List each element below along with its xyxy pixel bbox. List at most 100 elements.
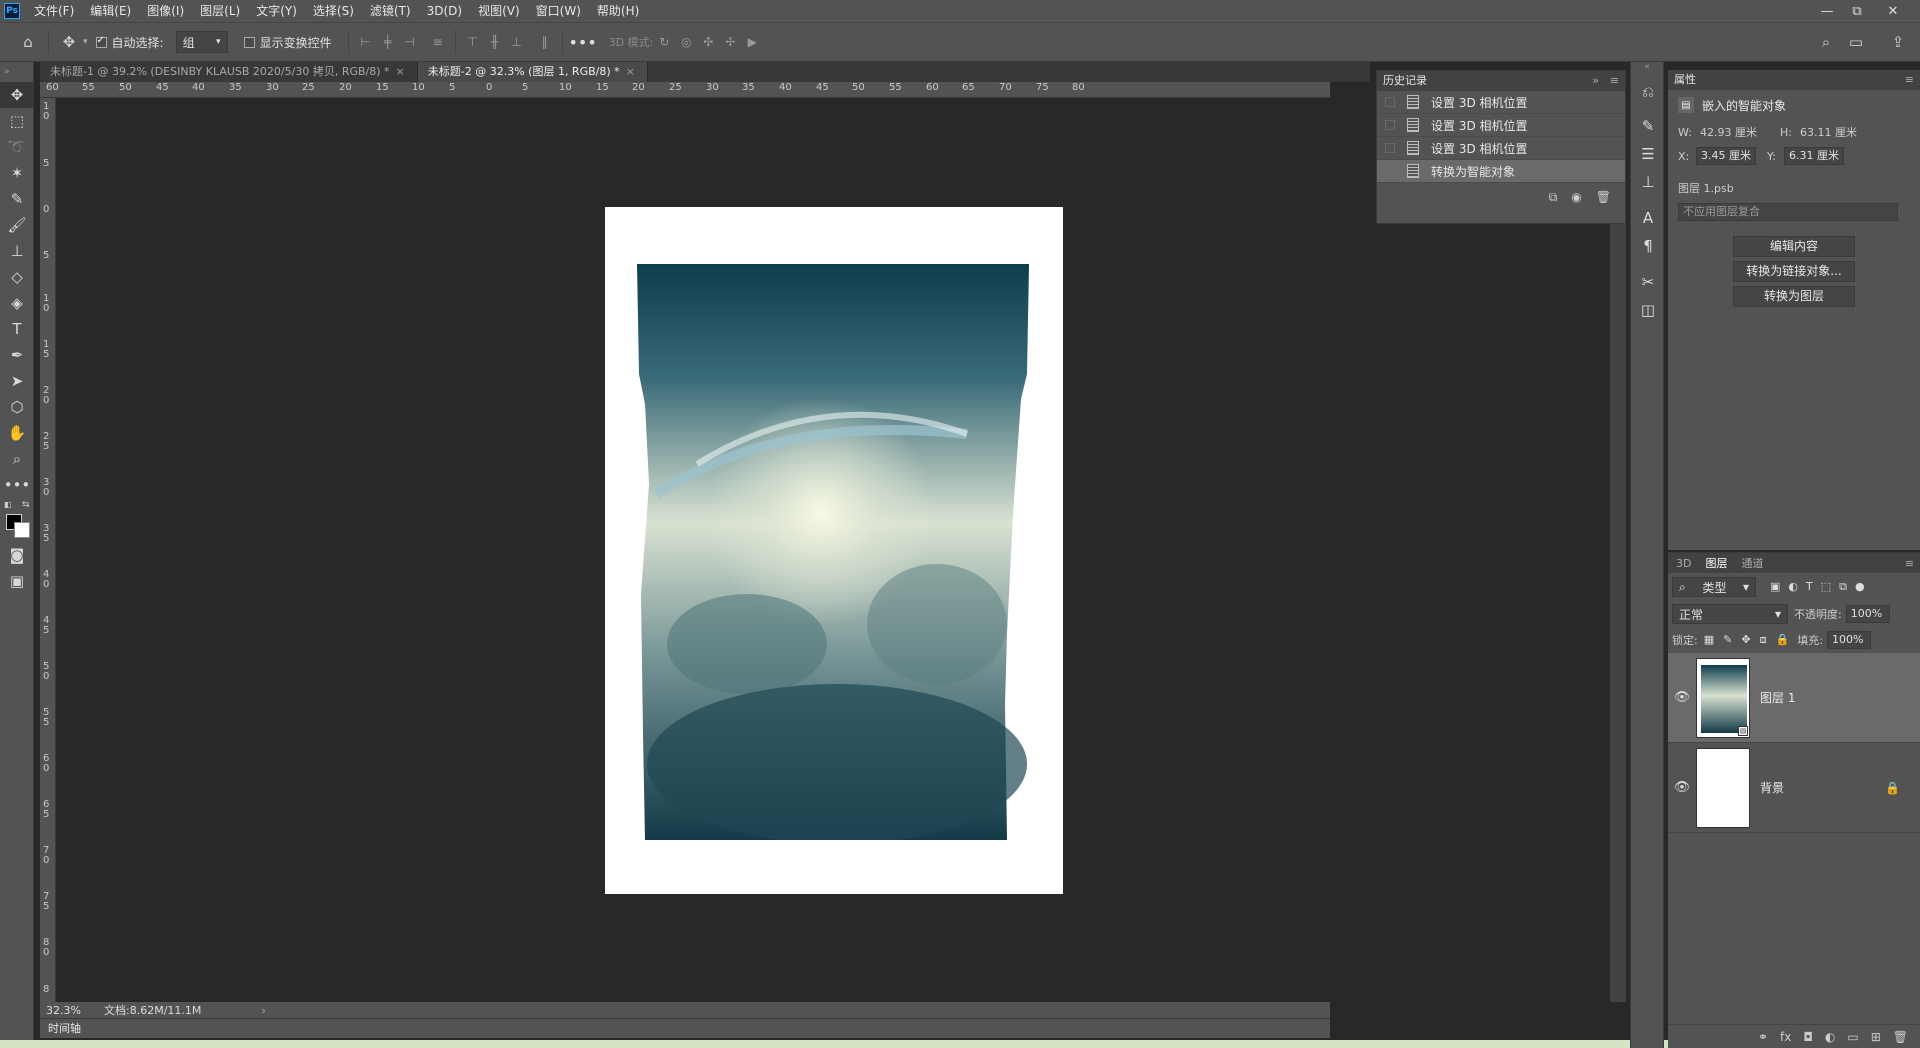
chevron-down-icon[interactable]: ▾: [83, 37, 88, 47]
close-icon[interactable]: ×: [396, 65, 405, 78]
filter-pixel-icon[interactable]: ▣: [1770, 580, 1780, 594]
trash-icon[interactable]: 🗑: [1596, 190, 1611, 204]
align-left-icon[interactable]: ⊢: [355, 31, 377, 53]
close-window-button[interactable]: ✕: [1878, 0, 1908, 22]
layer-filter-dropdown[interactable]: ⌕ 类型 ▾: [1672, 577, 1756, 597]
shape-tool-icon[interactable]: ⬡: [0, 394, 34, 420]
swap-colors-icon[interactable]: ⇆: [22, 500, 30, 510]
chevron-right-icon[interactable]: ›: [261, 1004, 265, 1017]
tab-document-1[interactable]: 未标题-1 @ 39.2% (DESINBY KLAUSB 2020/5/30 …: [40, 62, 418, 82]
timeline-panel[interactable]: 时间轴: [40, 1018, 1330, 1038]
brush-settings-icon[interactable]: ✎: [1631, 112, 1665, 140]
scale-3d-icon[interactable]: ▶: [741, 31, 763, 53]
vertical-scrollbar[interactable]: [1610, 98, 1626, 1002]
history-panel-icon[interactable]: ⎌: [1631, 78, 1665, 106]
distribute-icon[interactable]: ≡: [427, 31, 449, 53]
close-icon[interactable]: ×: [626, 65, 635, 78]
panel-menu-icon[interactable]: ≡: [1905, 557, 1914, 570]
filter-toggle-icon[interactable]: ●: [1855, 580, 1865, 594]
pan-3d-icon[interactable]: ✣: [697, 31, 719, 53]
collapse-icon[interactable]: «: [1631, 62, 1663, 78]
auto-select-checkbox[interactable]: 自动选择:: [95, 34, 164, 51]
libraries-icon[interactable]: ◫: [1631, 296, 1665, 324]
convert-to-layers-button[interactable]: 转换为图层: [1733, 286, 1855, 307]
menu-3d[interactable]: 3D(D): [419, 0, 470, 22]
y-field[interactable]: 6.31 厘米: [1784, 147, 1844, 165]
expand-icon[interactable]: »: [1592, 71, 1599, 91]
tab-layers[interactable]: 图层: [1705, 555, 1727, 571]
menu-edit[interactable]: 编辑(E): [82, 0, 139, 22]
lock-image-icon[interactable]: ✎: [1723, 633, 1732, 647]
brush-tool-icon[interactable]: 🖌: [0, 212, 34, 238]
checkbox-checked-icon[interactable]: [95, 35, 107, 48]
new-adjustment-icon[interactable]: ◐: [1825, 1030, 1835, 1044]
trash-icon[interactable]: 🗑: [1893, 1030, 1908, 1044]
search-icon[interactable]: ⌕: [1812, 28, 1840, 56]
layer-name[interactable]: 图层 1: [1760, 689, 1795, 706]
tab-document-2[interactable]: 未标题-2 @ 32.3% (图层 1, RGB/8) * ×: [417, 62, 648, 82]
history-brush-checkbox[interactable]: [1385, 143, 1395, 153]
layer-comp-dropdown[interactable]: 不应用图层复合: [1678, 203, 1898, 221]
history-brush-checkbox[interactable]: [1385, 97, 1395, 107]
move-tool-icon[interactable]: ✥: [0, 82, 34, 108]
height-value[interactable]: 63.11 厘米: [1800, 124, 1857, 140]
link-layers-icon[interactable]: ⚭: [1758, 1030, 1768, 1044]
paint-bucket-tool-icon[interactable]: ◈: [0, 290, 34, 316]
restore-button[interactable]: ⧉: [1842, 0, 1872, 22]
hand-tool-icon[interactable]: ✋: [0, 420, 34, 446]
move-tool-preset-icon[interactable]: ✥: [55, 28, 83, 56]
default-colors-icon[interactable]: ◧: [4, 500, 12, 509]
lock-artboard-icon[interactable]: ⧈: [1760, 633, 1767, 647]
paragraph-panel-icon[interactable]: ¶: [1631, 232, 1665, 260]
history-brush-checkbox[interactable]: [1385, 166, 1395, 176]
menu-type[interactable]: 文字(Y): [248, 0, 305, 22]
history-brush-checkbox[interactable]: [1385, 120, 1395, 130]
history-item[interactable]: 设置 3D 相机位置: [1377, 137, 1625, 160]
filter-adjustment-icon[interactable]: ◐: [1788, 580, 1798, 594]
auto-select-target-dropdown[interactable]: 组 ▾: [175, 31, 228, 53]
collapse-icon[interactable]: »: [0, 62, 33, 82]
add-mask-icon[interactable]: ◘: [1803, 1030, 1813, 1044]
menu-help[interactable]: 帮助(H): [589, 0, 647, 22]
visibility-eye-icon[interactable]: 👁: [1668, 690, 1696, 705]
new-group-icon[interactable]: ▭: [1847, 1030, 1858, 1044]
tools-presets-icon[interactable]: ✂: [1631, 268, 1665, 296]
pen-tool-icon[interactable]: ✒: [0, 342, 34, 368]
home-icon[interactable]: ⌂: [14, 28, 42, 56]
align-top-icon[interactable]: ⊤: [462, 31, 484, 53]
more-options-icon[interactable]: •••: [568, 28, 596, 56]
lock-all-icon[interactable]: 🔒: [1776, 633, 1790, 647]
menu-view[interactable]: 视图(V): [470, 0, 528, 22]
checkbox-icon[interactable]: [243, 36, 255, 48]
x-field[interactable]: 3.45 厘米: [1696, 147, 1756, 165]
layer-style-fx-icon[interactable]: fx: [1780, 1030, 1791, 1044]
layer-name[interactable]: 背景: [1760, 779, 1784, 796]
panel-menu-icon[interactable]: ≡: [1905, 70, 1914, 90]
orbit-3d-icon[interactable]: ↻: [653, 31, 675, 53]
convert-to-linked-button[interactable]: 转换为链接对象...: [1733, 261, 1855, 282]
opacity-field[interactable]: 100%: [1845, 605, 1890, 623]
clone-source-icon[interactable]: ⊥: [1631, 168, 1665, 196]
tab-3d[interactable]: 3D: [1676, 557, 1691, 570]
tab-channels[interactable]: 通道: [1741, 555, 1763, 571]
slide-3d-icon[interactable]: ✢: [719, 31, 741, 53]
snapshot-camera-icon[interactable]: ◉: [1571, 190, 1581, 204]
layer-row[interactable]: 👁 背景 🔒: [1668, 743, 1920, 833]
document-canvas[interactable]: [605, 207, 1063, 894]
menu-image[interactable]: 图像(I): [139, 0, 192, 22]
panel-menu-icon[interactable]: ≡: [1610, 71, 1619, 91]
align-hcenter-icon[interactable]: ╪: [377, 31, 399, 53]
lock-icon[interactable]: 🔒: [1885, 781, 1900, 795]
workspace-icon[interactable]: ▭: [1842, 28, 1870, 56]
filter-shape-icon[interactable]: ⬚: [1821, 580, 1831, 594]
zoom-tool-icon[interactable]: ⌕: [0, 446, 34, 472]
color-swatches[interactable]: ◧ ⇆: [0, 498, 34, 542]
minimize-button[interactable]: —: [1812, 0, 1842, 22]
clone-stamp-tool-icon[interactable]: ⊥: [0, 238, 34, 264]
zoom-level[interactable]: 32.3%: [40, 1004, 104, 1017]
menu-layer[interactable]: 图层(L): [192, 0, 248, 22]
background-color-swatch[interactable]: [14, 522, 30, 538]
eraser-tool-icon[interactable]: ◇: [0, 264, 34, 290]
menu-select[interactable]: 选择(S): [305, 0, 362, 22]
width-value[interactable]: 42.93 厘米: [1700, 124, 1780, 140]
